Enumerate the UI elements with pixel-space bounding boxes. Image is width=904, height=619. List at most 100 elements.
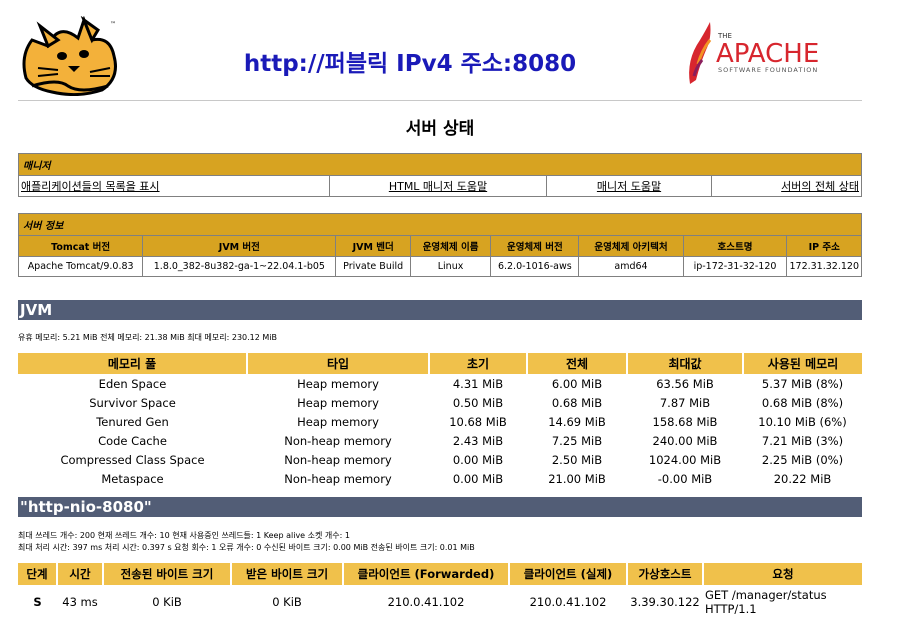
memory-cell: 158.68 MiB: [652, 414, 718, 429]
memory-cell: 5.37 MiB (8%): [761, 376, 844, 391]
request-vhost-cell: 3.39.30.122: [630, 595, 700, 609]
svg-text:™: ™: [110, 21, 116, 28]
memory-pool-table: 메모리 풀 타입 초기 전체 최대값 사용된 메모리 Eden Space He…: [18, 353, 862, 488]
table-row: Tenured Gen Heap memory 10.68 MiB 14.69 …: [18, 412, 862, 431]
os-version-value: 6.2.0-1016-aws: [490, 256, 580, 277]
request-table: 단계 시간 전송된 바이트 크기 받은 바이트 크기 클라이언트 (Forwar…: [18, 563, 862, 619]
connector-request-info: 최대 처리 시간: 397 ms 처리 시간: 0.397 s 요청 회수: 1…: [18, 543, 475, 552]
request-client-forwarded-cell: 210.0.41.102: [387, 595, 465, 609]
memory-cell: 0.68 MiB (8%): [761, 395, 844, 410]
manager-title: 매니저: [18, 153, 862, 176]
memory-cell: 0.50 MiB: [452, 395, 504, 410]
request-bytes-sent-cell: 0 KiB: [152, 595, 182, 609]
apache-logo: THE APACHE SOFTWARE FOUNDATION: [676, 20, 846, 88]
memory-header: 초기: [429, 353, 528, 374]
memory-cell: 0.68 MiB: [551, 395, 603, 410]
request-header: 클라이언트 (Forwarded): [343, 563, 510, 585]
memory-cell: Heap memory: [297, 395, 379, 410]
manager-link-cell: 매니저 도움말: [546, 175, 712, 197]
server-info-header: JVM 벤더: [335, 235, 411, 257]
table-row: Metaspace Non-heap memory 0.00 MiB 21.00…: [18, 469, 862, 488]
request-bytes-received-cell: 0 KiB: [272, 595, 302, 609]
memory-cell: Tenured Gen: [96, 414, 169, 429]
complete-server-status-link[interactable]: 서버의 전체 상태: [781, 180, 859, 193]
memory-cell: 4.31 MiB: [452, 376, 504, 391]
apache-name-text: APACHE: [716, 39, 819, 69]
request-header: 클라이언트 (실제): [509, 563, 628, 585]
memory-header: 사용된 메모리: [743, 353, 862, 374]
os-arch-value: amd64: [578, 256, 684, 277]
request-header: 전송된 바이트 크기: [103, 563, 232, 585]
memory-cell: 10.68 MiB: [449, 414, 507, 429]
server-url-heading: http://퍼블릭 IPv4 주소:8080: [243, 51, 577, 77]
memory-cell: Heap memory: [297, 414, 379, 429]
table-row: Code Cache Non-heap memory 2.43 MiB 7.25…: [18, 431, 862, 450]
request-header: 단계: [18, 563, 58, 585]
memory-cell: 0.00 MiB: [452, 452, 504, 467]
memory-cell: 20.22 MiB: [773, 471, 832, 486]
memory-cell: Heap memory: [297, 376, 379, 391]
apache-tagline-text: SOFTWARE FOUNDATION: [718, 66, 818, 74]
memory-cell: Non-heap memory: [284, 433, 392, 448]
memory-cell: 6.00 MiB: [551, 376, 603, 391]
tomcat-logo: ™: [18, 15, 122, 97]
memory-header: 전체: [527, 353, 628, 374]
request-header: 가상호스트: [627, 563, 704, 585]
request-uri-cell: GET /manager/status HTTP/1.1: [705, 588, 827, 616]
request-time-cell: 43 ms: [62, 595, 98, 609]
html-manager-help-link[interactable]: HTML 매니저 도움말: [389, 180, 487, 193]
request-header: 요청: [703, 563, 862, 585]
memory-cell: 10.10 MiB (6%): [758, 414, 847, 429]
memory-cell: 2.50 MiB: [551, 452, 603, 467]
table-row: Compressed Class Space Non-heap memory 0…: [18, 450, 862, 469]
memory-cell: 2.43 MiB: [452, 433, 504, 448]
page-title: 서버 상태: [405, 119, 475, 139]
server-info-title: 서버 정보: [18, 213, 862, 236]
table-row: S 43 ms 0 KiB 0 KiB 210.0.41.102 210.0.4…: [18, 585, 862, 619]
memory-cell: 1024.00 MiB: [648, 452, 722, 467]
memory-header: 최대값: [627, 353, 744, 374]
manager-table: 매니저 애플리케이션들의 목록을 표시 HTML 매니저 도움말 매니저 도움말…: [18, 153, 862, 197]
memory-cell: Survivor Space: [89, 395, 176, 410]
request-header: 시간: [57, 563, 104, 585]
hostname-value: ip-172-31-32-120: [682, 256, 788, 277]
memory-cell: 240.00 MiB: [652, 433, 718, 448]
table-row: Eden Space Heap memory 4.31 MiB 6.00 MiB…: [18, 374, 862, 393]
manager-link-cell: 애플리케이션들의 목록을 표시: [18, 175, 330, 197]
connector-section-header: "http-nio-8080": [18, 497, 862, 517]
server-info-header: IP 주소: [786, 235, 862, 257]
jvm-section-header: JVM: [18, 300, 862, 320]
connector-thread-info: 최대 쓰레드 개수: 200 현재 쓰레드 개수: 10 현재 사용중인 쓰레드…: [18, 531, 350, 540]
memory-cell: 7.25 MiB: [551, 433, 603, 448]
memory-cell: Metaspace: [101, 471, 164, 486]
memory-cell: Eden Space: [98, 376, 167, 391]
memory-cell: Non-heap memory: [284, 471, 392, 486]
memory-cell: 0.00 MiB: [452, 471, 504, 486]
server-info-header: JVM 버전: [142, 235, 337, 257]
manager-link-cell: 서버의 전체 상태: [711, 175, 862, 197]
memory-cell: 21.00 MiB: [548, 471, 606, 486]
request-stage-cell: S: [33, 595, 42, 609]
table-row: Survivor Space Heap memory 0.50 MiB 0.68…: [18, 393, 862, 412]
tomcat-version-value: Apache Tomcat/9.0.83: [17, 256, 144, 277]
memory-cell: 7.87 MiB: [659, 395, 711, 410]
header-divider: [18, 100, 862, 101]
memory-header: 메모리 풀: [18, 353, 248, 374]
memory-header: 타입: [247, 353, 430, 374]
memory-cell: Code Cache: [98, 433, 167, 448]
server-info-table: 서버 정보 Tomcat 버전 JVM 버전 JVM 벤더 운영체제 이름 운영…: [17, 213, 862, 277]
server-info-header: 호스트명: [682, 235, 788, 257]
server-info-header: 운영체제 이름: [409, 235, 492, 257]
list-applications-link[interactable]: 애플리케이션들의 목록을 표시: [21, 180, 160, 193]
memory-cell: Compressed Class Space: [60, 452, 205, 467]
request-header: 받은 바이트 크기: [231, 563, 344, 585]
memory-cell: 63.56 MiB: [656, 376, 714, 391]
memory-cell: 2.25 MiB (0%): [761, 452, 844, 467]
memory-cell: 14.69 MiB: [548, 414, 606, 429]
os-name-value: Linux: [409, 256, 492, 277]
manager-help-link[interactable]: 매니저 도움말: [597, 180, 661, 193]
server-info-header: 운영체제 버전: [490, 235, 580, 257]
memory-cell: 7.21 MiB (3%): [761, 433, 844, 448]
memory-cell: Non-heap memory: [284, 452, 392, 467]
jvm-vendor-value: Private Build: [335, 256, 411, 277]
